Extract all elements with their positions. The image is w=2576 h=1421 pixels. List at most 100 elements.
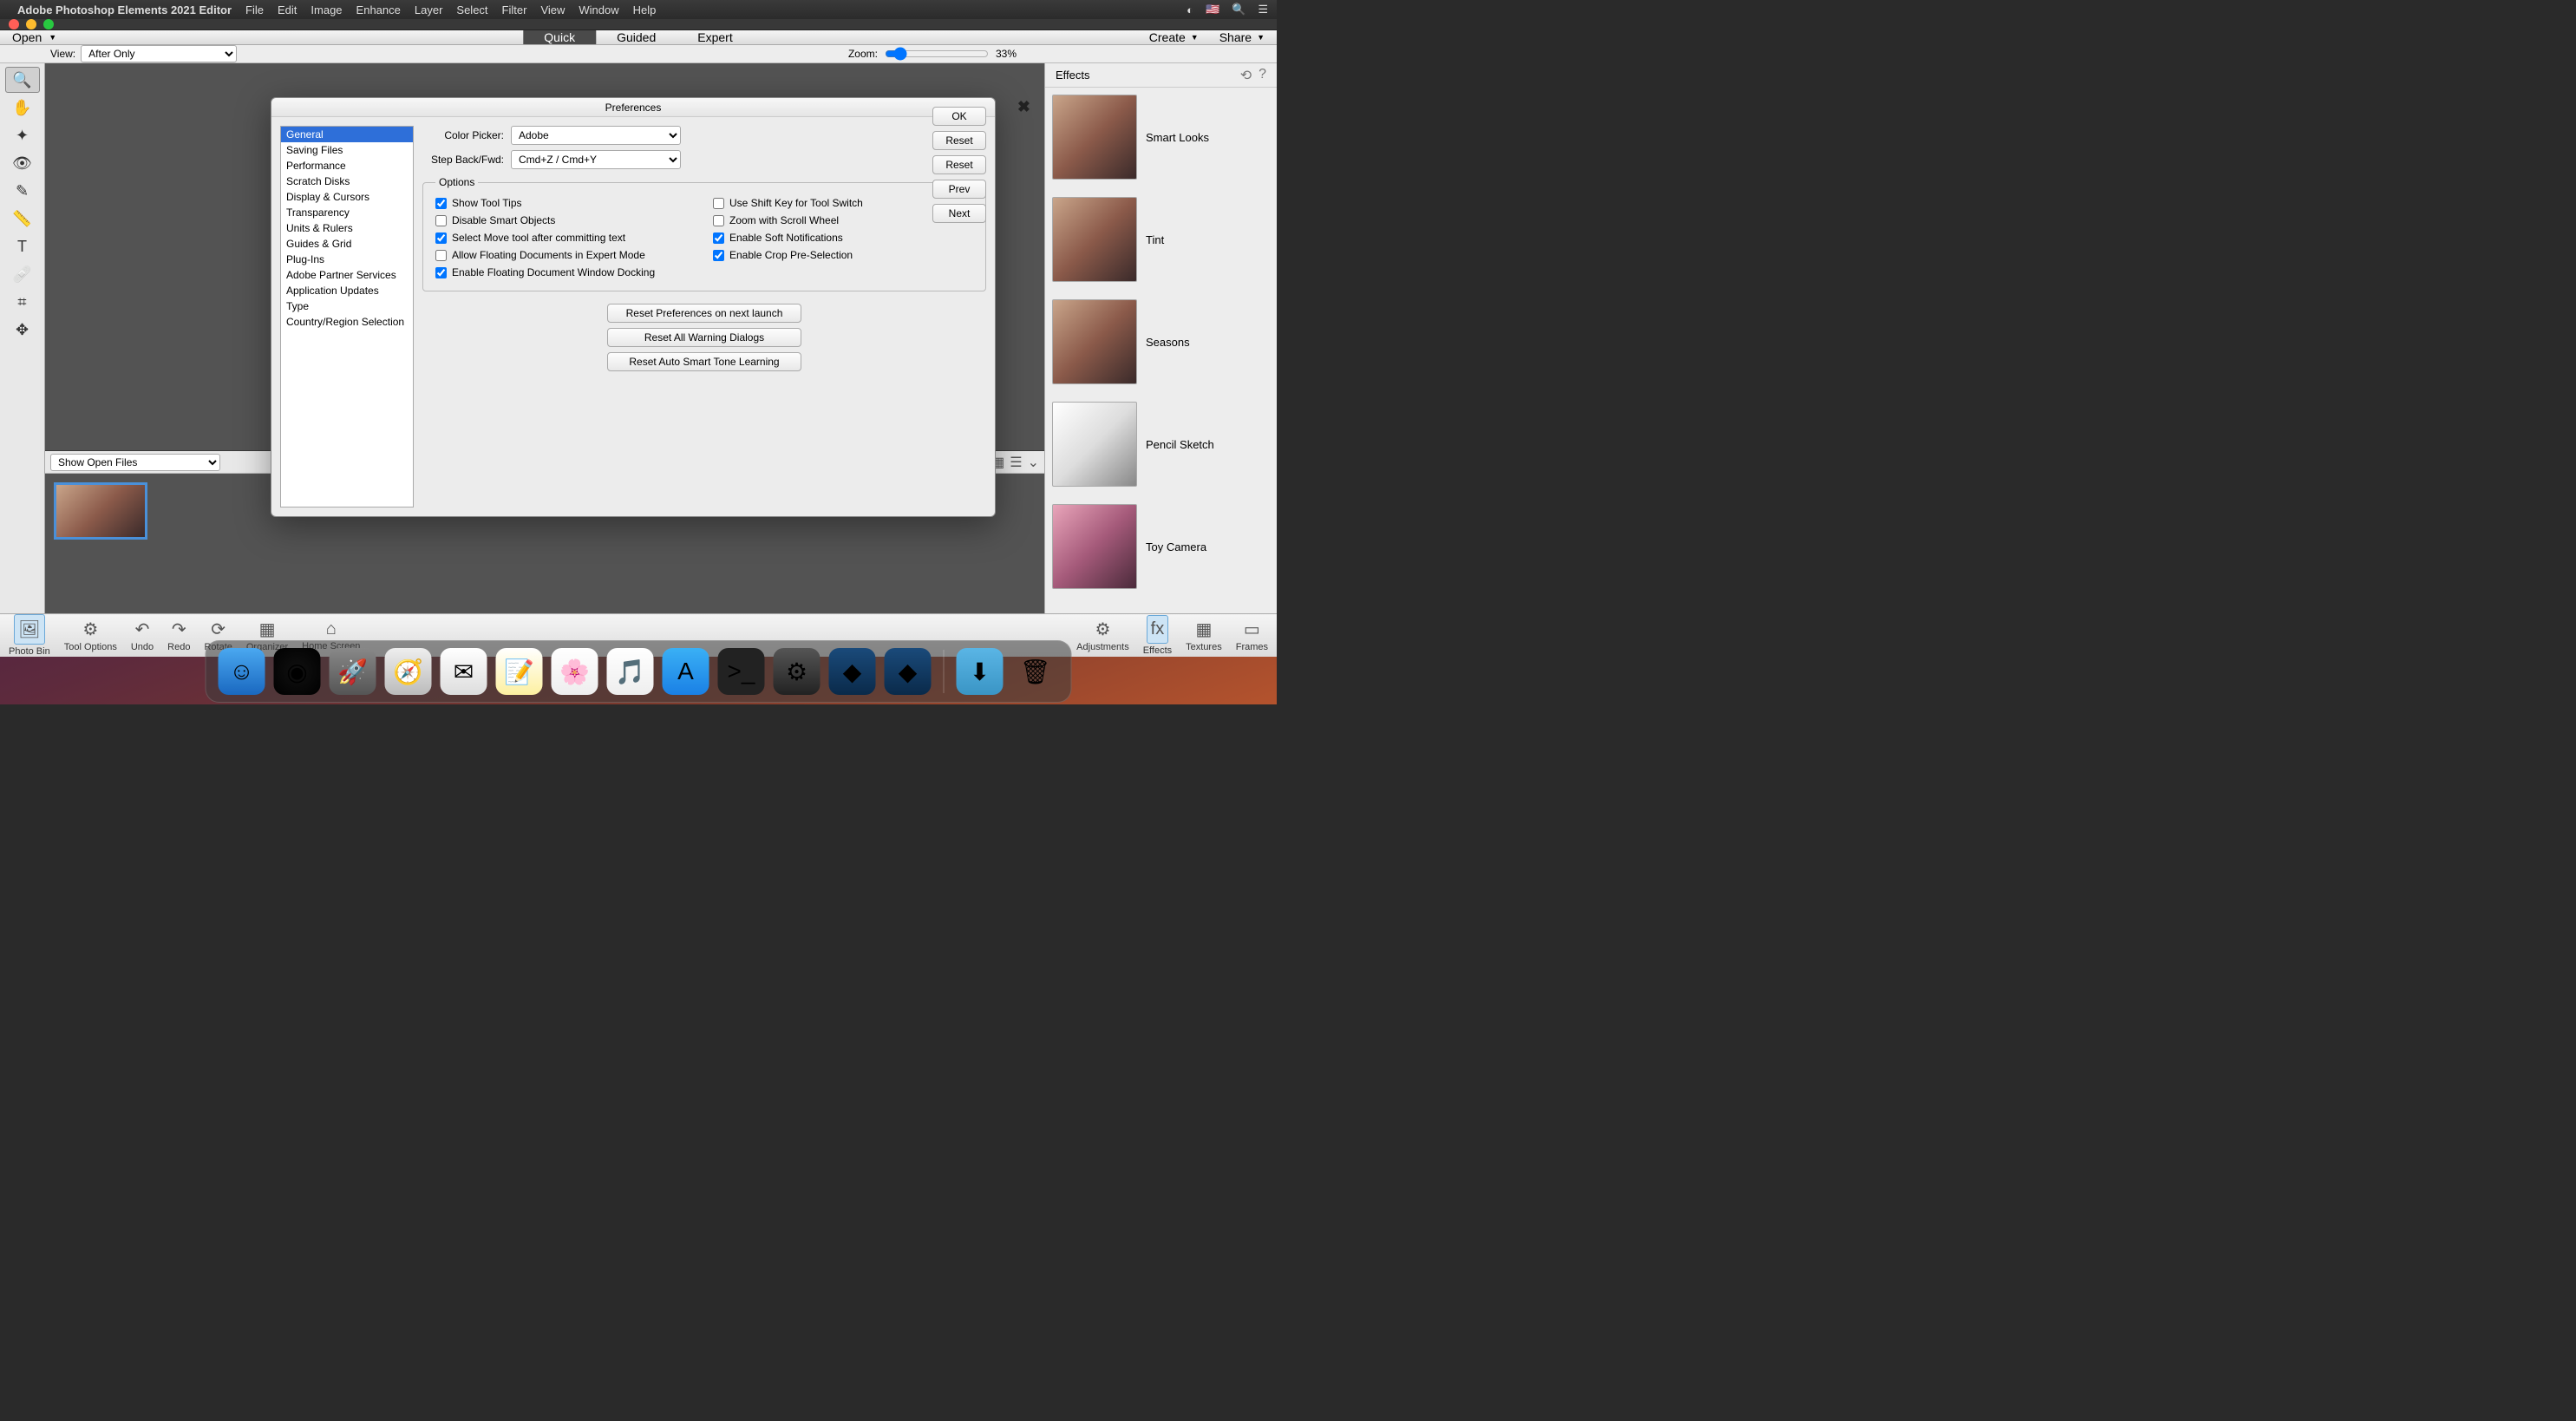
move-tool[interactable]: ✥ bbox=[5, 317, 40, 343]
dock-trash-icon[interactable]: 🗑 bbox=[1012, 648, 1059, 695]
eye-tool[interactable]: 👁 bbox=[5, 150, 40, 176]
create-button[interactable]: Create ▼ bbox=[1149, 30, 1199, 44]
whiten-tool[interactable]: ✎ bbox=[5, 178, 40, 204]
menu-window[interactable]: Window bbox=[579, 3, 618, 16]
prefs-category-adobe-partner-services[interactable]: Adobe Partner Services bbox=[281, 267, 413, 283]
maximize-window-button[interactable] bbox=[43, 19, 54, 29]
dock: ☺◉🚀🧭✉📝🌸🎵A>_⚙◆◆⬇🗑 bbox=[206, 640, 1072, 703]
dock-pse-2-icon[interactable]: ◆ bbox=[885, 648, 932, 695]
control-center-icon[interactable]: ☰ bbox=[1258, 3, 1268, 16]
prefs-category-plug-ins[interactable]: Plug-Ins bbox=[281, 252, 413, 267]
zoom-with-scroll-wheel-checkbox[interactable] bbox=[713, 215, 724, 226]
view-dropdown[interactable]: After Only bbox=[81, 45, 237, 62]
dock-settings-icon[interactable]: ⚙ bbox=[774, 648, 821, 695]
disable-smart-objects-checkbox[interactable] bbox=[435, 215, 447, 226]
mode-tab-quick[interactable]: Quick bbox=[523, 30, 596, 44]
spot-heal-tool[interactable]: 🩹 bbox=[5, 261, 40, 287]
list-view-icon[interactable]: ☰ bbox=[1010, 454, 1022, 471]
dock-siri-icon[interactable]: ◉ bbox=[274, 648, 321, 695]
menu-filter[interactable]: Filter bbox=[502, 3, 527, 16]
select-move-tool-after-committing-text-checkbox[interactable] bbox=[435, 232, 447, 244]
dock-appstore-icon[interactable]: A bbox=[663, 648, 709, 695]
reset-auto-smart-tone-learning-button[interactable]: Reset Auto Smart Tone Learning bbox=[607, 352, 801, 371]
help-icon[interactable]: ? bbox=[1259, 67, 1266, 84]
prefs-category-display-cursors[interactable]: Display & Cursors bbox=[281, 189, 413, 205]
share-button[interactable]: Share ▼ bbox=[1219, 30, 1265, 44]
use-shift-key-for-tool-switch-checkbox[interactable] bbox=[713, 198, 724, 209]
effect-thumbnail bbox=[1052, 402, 1137, 487]
dock-launchpad-icon[interactable]: 🚀 bbox=[330, 648, 376, 695]
prefs-category-type[interactable]: Type bbox=[281, 298, 413, 314]
close-window-button[interactable] bbox=[9, 19, 19, 29]
step-back-fwd-dropdown[interactable]: Cmd+Z / Cmd+Y bbox=[511, 150, 681, 169]
quick-select-tool[interactable]: ✦ bbox=[5, 122, 40, 148]
minimize-window-button[interactable] bbox=[26, 19, 36, 29]
next-button[interactable]: Next bbox=[932, 204, 986, 223]
menu-layer[interactable]: Layer bbox=[415, 3, 443, 16]
prefs-category-scratch-disks[interactable]: Scratch Disks bbox=[281, 174, 413, 189]
menu-select[interactable]: Select bbox=[456, 3, 487, 16]
text-tool[interactable]: T bbox=[5, 233, 40, 259]
straighten-tool[interactable]: 📏 bbox=[5, 206, 40, 232]
effect-item[interactable]: Tint bbox=[1052, 197, 1270, 282]
mode-tab-expert[interactable]: Expert bbox=[677, 30, 753, 44]
photo-bin-dropdown[interactable]: Show Open Files bbox=[50, 454, 220, 471]
menu-help[interactable]: Help bbox=[633, 3, 657, 16]
color-picker-dropdown[interactable]: Adobe bbox=[511, 126, 681, 145]
reset-button-2[interactable]: Reset bbox=[932, 155, 986, 174]
show-tool-tips-checkbox[interactable] bbox=[435, 198, 447, 209]
dock-terminal-icon[interactable]: >_ bbox=[718, 648, 765, 695]
enable-crop-pre-selection-checkbox[interactable] bbox=[713, 250, 724, 261]
color-picker-label: Color Picker: bbox=[422, 129, 504, 141]
dock-music-icon[interactable]: 🎵 bbox=[607, 648, 654, 695]
zoom-slider[interactable] bbox=[885, 47, 989, 61]
effect-item[interactable]: Seasons bbox=[1052, 299, 1270, 384]
effect-item[interactable]: Smart Looks bbox=[1052, 95, 1270, 180]
dock-pse-1-icon[interactable]: ◆ bbox=[829, 648, 876, 695]
enable-floating-document-window-docking-checkbox[interactable] bbox=[435, 267, 447, 278]
reset-button[interactable]: Reset bbox=[932, 131, 986, 150]
menu-image[interactable]: Image bbox=[311, 3, 342, 16]
menu-edit[interactable]: Edit bbox=[278, 3, 297, 16]
checkbox-label: Disable Smart Objects bbox=[452, 214, 555, 226]
ok-button[interactable]: OK bbox=[932, 107, 986, 126]
dock-finder-icon[interactable]: ☺ bbox=[219, 648, 265, 695]
siri-status-icon[interactable]: ◐ bbox=[1187, 3, 1193, 16]
view-label: View: bbox=[50, 48, 75, 60]
mode-tab-guided[interactable]: Guided bbox=[596, 30, 677, 44]
crop-tool[interactable]: ⌗ bbox=[5, 289, 40, 315]
dock-mail-icon[interactable]: ✉ bbox=[441, 648, 487, 695]
spotlight-icon[interactable]: 🔍 bbox=[1232, 3, 1246, 16]
dock-downloads-icon[interactable]: ⬇ bbox=[957, 648, 1004, 695]
prefs-category-application-updates[interactable]: Application Updates bbox=[281, 283, 413, 298]
flag-icon[interactable]: 🇺🇸 bbox=[1206, 3, 1219, 16]
chevron-down-icon[interactable]: ⌄ bbox=[1028, 454, 1039, 471]
prev-button[interactable]: Prev bbox=[932, 180, 986, 199]
menu-enhance[interactable]: Enhance bbox=[356, 3, 401, 16]
menu-view[interactable]: View bbox=[540, 3, 565, 16]
dock-safari-icon[interactable]: 🧭 bbox=[385, 648, 432, 695]
reset-all-warning-dialogs-button[interactable]: Reset All Warning Dialogs bbox=[607, 328, 801, 347]
effect-label: Toy Camera bbox=[1146, 540, 1206, 553]
prefs-category-saving-files[interactable]: Saving Files bbox=[281, 142, 413, 158]
dock-photos-icon[interactable]: 🌸 bbox=[552, 648, 598, 695]
enable-soft-notifications-checkbox[interactable] bbox=[713, 232, 724, 244]
prefs-category-guides-grid[interactable]: Guides & Grid bbox=[281, 236, 413, 252]
prefs-category-country-region-selection[interactable]: Country/Region Selection bbox=[281, 314, 413, 330]
allow-floating-documents-in-expert-mode-checkbox[interactable] bbox=[435, 250, 447, 261]
prefs-category-transparency[interactable]: Transparency bbox=[281, 205, 413, 220]
reset-preferences-on-next-launch-button[interactable]: Reset Preferences on next launch bbox=[607, 304, 801, 323]
effect-item[interactable]: Toy Camera bbox=[1052, 504, 1270, 589]
reset-icon[interactable]: ⟲ bbox=[1240, 67, 1252, 84]
prefs-category-general[interactable]: General bbox=[281, 127, 413, 142]
zoom-tool[interactable]: 🔍 bbox=[5, 67, 40, 93]
dock-notes-icon[interactable]: 📝 bbox=[496, 648, 543, 695]
menu-file[interactable]: File bbox=[245, 3, 264, 16]
open-button[interactable]: Open ▼ bbox=[12, 30, 56, 44]
prefs-category-units-rulers[interactable]: Units & Rulers bbox=[281, 220, 413, 236]
photo-bin-thumbnail[interactable] bbox=[54, 482, 147, 540]
effect-item[interactable]: Pencil Sketch bbox=[1052, 402, 1270, 487]
prefs-category-performance[interactable]: Performance bbox=[281, 158, 413, 174]
close-document-button[interactable]: ✖ bbox=[1017, 98, 1030, 116]
hand-tool[interactable]: ✋ bbox=[5, 95, 40, 121]
